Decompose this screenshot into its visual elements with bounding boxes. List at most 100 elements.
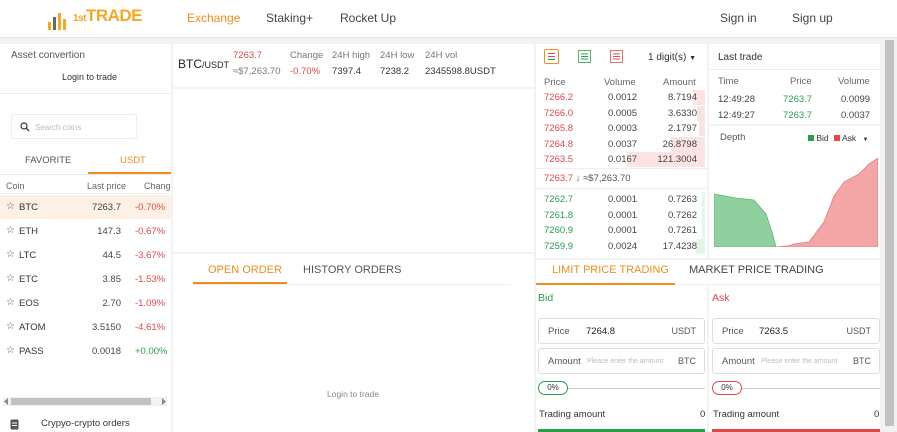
coin-row[interactable]: ☆ PASS 0.0018 +0.00% (0, 339, 171, 363)
pair-quote: /USDT (202, 60, 229, 70)
book-price: 7260.9 (544, 225, 574, 236)
logo-bar-icon (53, 17, 56, 30)
book-amount: 2.1797 (667, 123, 697, 134)
ask-row[interactable]: 7265.8 0.0003 2.1797 (536, 121, 707, 136)
bid-amount-input[interactable]: Amount Please enter the amount BTC (538, 348, 705, 374)
bid-amount-label: Amount (548, 356, 581, 367)
logo-bar-icon (48, 22, 51, 30)
ask-price-label: Price (722, 326, 744, 337)
ask-row[interactable]: 7264.8 0.0037 26.8798 (536, 136, 707, 152)
horizontal-scrollbar[interactable] (3, 397, 167, 406)
trades-col-time: Time (718, 76, 739, 87)
pair-selector[interactable]: BTC/USDT (178, 57, 229, 71)
book-amount: 8.7194 (667, 92, 697, 103)
book-volume: 0.0003 (608, 123, 638, 134)
ask-price-input[interactable]: Price 7263.5 USDT (712, 318, 880, 344)
star-icon[interactable]: ☆ (6, 249, 15, 260)
search-input[interactable]: Search coins (11, 114, 137, 139)
bid-swatch-icon (808, 135, 814, 141)
book-view-asks-icon[interactable] (609, 49, 624, 64)
ticker-price: 7263.7 (233, 50, 263, 61)
trade-time: 12:49:27 (718, 110, 755, 121)
digits-select[interactable]: 1 digit(s) ▼ (648, 52, 696, 63)
scrollbar-thumb[interactable] (11, 398, 151, 405)
col-last-price: Last price (87, 181, 127, 191)
ask-row[interactable]: 7266.2 0.0012 8.7194 (536, 90, 707, 105)
star-icon[interactable]: ☆ (6, 345, 15, 356)
star-icon[interactable]: ☆ (6, 273, 15, 284)
coin-price: 2.70 (102, 298, 122, 309)
ask-percent-value: 0% (721, 383, 733, 392)
tab-favorite[interactable]: FAVORITE (25, 155, 71, 166)
sign-in-link[interactable]: Sign in (720, 11, 757, 25)
tab-history-orders[interactable]: HISTORY ORDERS (303, 264, 401, 276)
sign-up-link[interactable]: Sign up (792, 11, 833, 25)
star-icon[interactable]: ☆ (6, 321, 15, 332)
depth-bar (697, 105, 705, 121)
depth-legend[interactable]: Bid Ask ▼ (808, 133, 868, 143)
star-icon[interactable]: ☆ (6, 297, 15, 308)
divider (536, 188, 707, 189)
coin-change: -1.09% (135, 298, 166, 309)
coin-row[interactable]: ☆ LTC 44.5 -3.67% (0, 243, 171, 267)
orders-login-prompt[interactable]: Login to trade (327, 389, 379, 399)
scroll-left-arrow-icon[interactable] (3, 398, 9, 405)
book-price: 7264.8 (544, 138, 574, 150)
trade-time: 12:49:28 (718, 94, 755, 105)
logo[interactable]: 1stTRADE (48, 6, 143, 30)
star-icon[interactable]: ☆ (6, 201, 15, 212)
tab-usdt[interactable]: USDT (120, 155, 146, 166)
tab-open-order[interactable]: OPEN ORDER (208, 264, 282, 276)
coin-price: 0.0018 (91, 346, 121, 357)
tab-active-indicator (536, 283, 675, 285)
login-to-trade-link[interactable]: Login to trade (62, 72, 117, 82)
ask-percent-slider-handle[interactable]: 0% (712, 381, 742, 395)
book-amount: 0.7263 (667, 194, 697, 205)
price-chart-area[interactable] (173, 89, 534, 252)
book-amount: 0.7261 (667, 225, 697, 236)
coin-row[interactable]: ☆ ETH 147.3 -0.67% (0, 219, 171, 243)
crypto-orders-link[interactable]: Crypyo-crypto orders (0, 416, 171, 432)
scrollbar-thumb[interactable] (885, 40, 894, 426)
book-view-both-icon[interactable] (544, 49, 559, 64)
star-icon[interactable]: ☆ (6, 225, 15, 236)
bid-row[interactable]: 7260.9 0.0001 0.7261 (536, 223, 707, 238)
scroll-right-arrow-icon[interactable] (161, 398, 167, 405)
book-amount: 17.4238 (662, 240, 697, 252)
trade-row: 12:49:27 7263.7 0.0037 (709, 110, 880, 125)
ask-percent-slider-track[interactable] (742, 388, 880, 389)
asset-convertion-title: Asset convertion (11, 50, 85, 61)
bid-percent-slider-track[interactable] (568, 388, 705, 389)
low-value: 7238.2 (380, 66, 410, 77)
bid-percent-slider-handle[interactable]: 0% (538, 381, 568, 395)
nav-rocket-up[interactable]: Rocket Up (340, 11, 396, 25)
coin-change: -0.70% (135, 202, 166, 213)
ask-amount-label: Amount (722, 356, 755, 367)
coin-row[interactable]: ☆ EOS 2.70 -1.09% (0, 291, 171, 315)
page-scrollbar[interactable] (882, 38, 897, 432)
book-view-bids-icon[interactable] (577, 49, 592, 64)
coin-row[interactable]: ☆ ETC 3.85 -1.53% (0, 267, 171, 291)
top-navbar: 1stTRADE Exchange Staking+ Rocket Up Sig… (0, 0, 897, 38)
tab-limit-price-trading[interactable]: LIMIT PRICE TRADING (552, 264, 669, 276)
bid-row[interactable]: 7262.7 0.0001 0.7263 (536, 192, 707, 207)
ask-amount-unit: BTC (853, 356, 871, 366)
ticker-bar: BTC/USDT 7263.7 ≈$7,263.70 Change -0.70%… (173, 44, 534, 87)
ask-row[interactable]: 7263.5 0.0167 121.3004 (536, 152, 707, 167)
coin-row[interactable]: ☆ ATOM 3.5150 -4.61% (0, 315, 171, 339)
nav-exchange[interactable]: Exchange (187, 11, 240, 25)
logo-bar-icon (63, 19, 66, 30)
bid-row[interactable]: 7259.9 0.0024 17.4238 (536, 238, 707, 254)
nav-staking[interactable]: Staking+ (266, 11, 313, 25)
order-book: 1 digit(s) ▼ Price Volume Amount 7266.2 0… (536, 44, 707, 258)
depth-bar (696, 238, 705, 254)
coin-name: ETC (19, 274, 38, 285)
coin-row[interactable]: ☆ BTC 7263.7 -0.70% (0, 195, 171, 219)
ask-row[interactable]: 7266.0 0.0005 3.6330 (536, 105, 707, 121)
divider (0, 174, 171, 175)
ask-amount-input[interactable]: Amount Please enter the amount BTC (712, 348, 880, 374)
tab-market-price-trading[interactable]: MARKET PRICE TRADING (689, 264, 824, 276)
book-price: 7262.7 (544, 194, 574, 205)
bid-price-input[interactable]: Price 7264.8 USDT (538, 318, 705, 344)
bid-row[interactable]: 7261.8 0.0001 0.7262 (536, 207, 707, 223)
